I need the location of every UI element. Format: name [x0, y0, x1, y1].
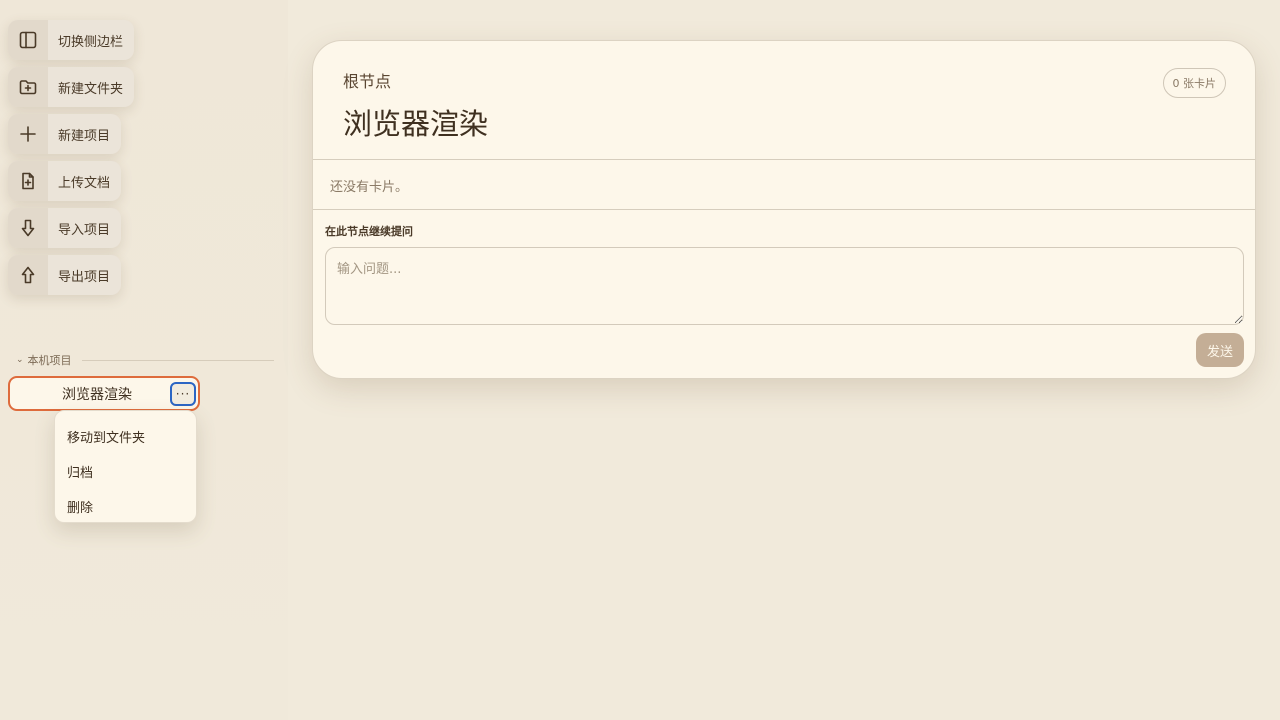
- ask-label: 在此节点继续提问: [325, 225, 413, 238]
- content-divider: [313, 209, 1255, 210]
- project-item[interactable]: 浏览器渲染 ···: [8, 376, 200, 411]
- upload-document-label: 上传文档: [58, 175, 111, 191]
- card-count-badge: 0 张卡片: [1162, 68, 1226, 98]
- import-project-button[interactable]: 导入项目: [8, 208, 122, 248]
- arrow-up-icon: [8, 255, 48, 295]
- arrow-down-icon: [8, 208, 48, 248]
- page-title: 浏览器渲染: [343, 107, 489, 141]
- folder-plus-icon: [8, 67, 48, 107]
- section-divider: [81, 359, 274, 361]
- menu-item-archive[interactable]: 归档: [55, 454, 196, 489]
- send-button[interactable]: 发送: [1196, 333, 1244, 367]
- question-input[interactable]: [325, 247, 1244, 325]
- menu-item-delete[interactable]: 删除: [55, 489, 196, 524]
- new-folder-label: 新建文件夹: [58, 81, 124, 97]
- toggle-sidebar-button[interactable]: 切换侧边栏: [8, 20, 135, 60]
- header-divider: [313, 159, 1255, 160]
- import-project-label: 导入项目: [58, 222, 111, 238]
- chevron-down-icon[interactable]: ⌄: [16, 355, 24, 365]
- new-folder-button[interactable]: 新建文件夹: [8, 67, 135, 107]
- empty-state-text: 还没有卡片。: [330, 180, 409, 195]
- local-projects-section-header[interactable]: ⌄ 本机项目: [16, 352, 274, 368]
- menu-item-move-to-folder[interactable]: 移动到文件夹: [55, 419, 196, 454]
- section-title: 本机项目: [27, 354, 72, 367]
- node-card: 根节点 浏览器渲染 0 张卡片 还没有卡片。 在此节点继续提问 发送: [312, 40, 1256, 379]
- export-project-label: 导出项目: [58, 269, 111, 285]
- file-plus-icon: [8, 161, 48, 201]
- project-context-menu: 移动到文件夹 归档 删除: [54, 410, 197, 523]
- breadcrumb[interactable]: 根节点: [343, 68, 391, 92]
- toggle-sidebar-label: 切换侧边栏: [58, 34, 124, 50]
- project-name: 浏览器渲染: [62, 386, 132, 403]
- plus-icon: [8, 114, 48, 154]
- export-project-button[interactable]: 导出项目: [8, 255, 122, 295]
- sidebar: 切换侧边栏 新建文件夹 新建项目 上传文档 导入项目 导出项目 ⌄ 本机项目 浏…: [0, 0, 288, 720]
- new-project-label: 新建项目: [58, 128, 111, 144]
- new-project-button[interactable]: 新建项目: [8, 114, 122, 154]
- more-options-button[interactable]: ···: [170, 381, 196, 406]
- sidebar-toggle-icon: [8, 20, 48, 60]
- upload-document-button[interactable]: 上传文档: [8, 161, 122, 201]
